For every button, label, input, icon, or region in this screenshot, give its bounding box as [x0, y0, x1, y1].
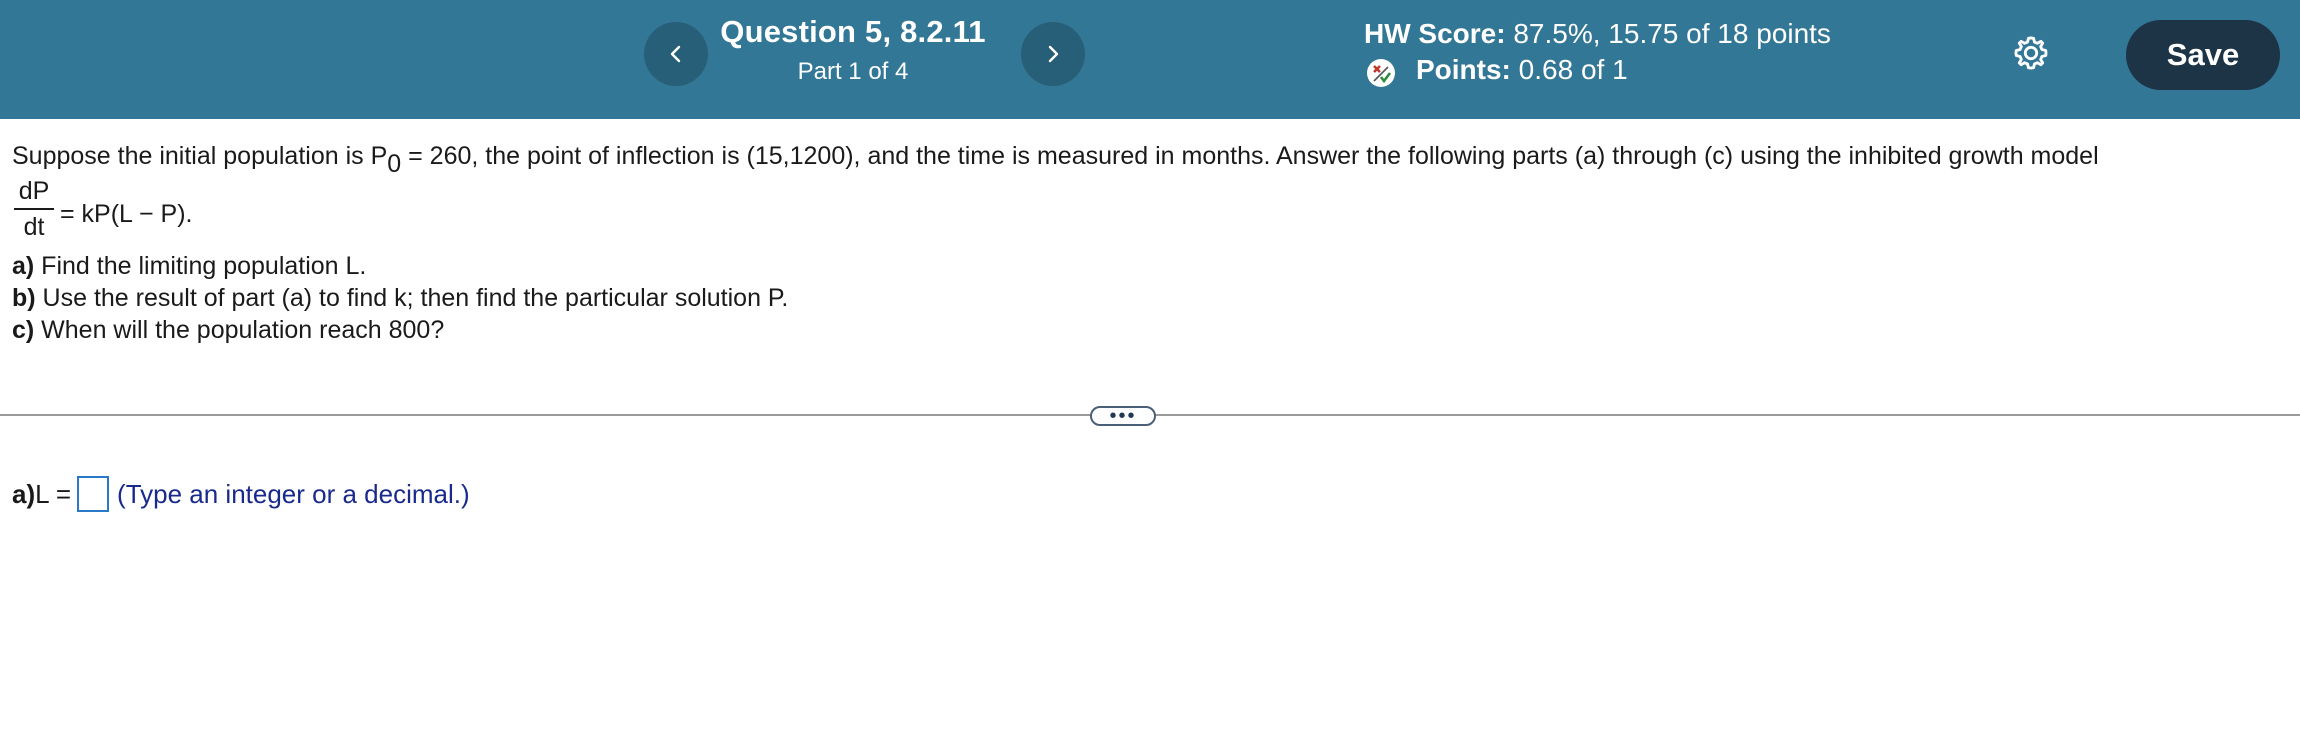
intro-text-end: = 260, the point of inflection is (15,12…	[401, 142, 2099, 170]
fraction-bar	[14, 208, 54, 210]
save-button[interactable]: Save	[2126, 20, 2280, 90]
next-question-button[interactable]	[1021, 22, 1085, 86]
part-label: c)	[12, 316, 35, 344]
part-label: a)	[12, 252, 35, 280]
question-intro: Suppose the initial population is P0 = 2…	[12, 140, 2282, 178]
answer-hint: (Type an integer or a decimal.)	[117, 478, 470, 509]
equation-fraction: dP dt	[14, 176, 54, 242]
hw-score-label: HW Score:	[1364, 18, 1506, 49]
resize-handle[interactable]: •••	[1090, 406, 1156, 426]
partial-credit-icon	[1367, 59, 1395, 87]
intro-text-start: Suppose the initial population is P	[12, 142, 388, 170]
part-text: Find the limiting population L.	[34, 252, 367, 280]
answer-prefix: L =	[35, 478, 72, 509]
points: Points: 0.68 of 1	[1416, 54, 1628, 86]
part-text: When will the population reach 800?	[34, 316, 445, 344]
hw-score: HW Score: 87.5%, 15.75 of 18 points	[1364, 18, 1831, 50]
gear-icon[interactable]	[2012, 34, 2050, 72]
fraction-numerator: dP	[18, 177, 50, 205]
answer-label: a)	[12, 478, 36, 509]
question-title: Question 5, 8.2.11	[720, 14, 986, 49]
question-part-c: c) When will the population reach 800?	[12, 314, 2282, 346]
differential-equation: dP dt = kP(L − P).	[12, 176, 2282, 250]
question-part-a: a) Find the limiting population L.	[12, 250, 2282, 282]
chevron-right-icon	[1048, 45, 1059, 63]
points-label: Points:	[1416, 54, 1511, 85]
top-bar: Question 5, 8.2.11 Part 1 of 4 HW Score:…	[0, 0, 2300, 119]
chevron-left-icon	[670, 45, 681, 63]
part-indicator: Part 1 of 4	[797, 58, 909, 85]
answer-row: a) L = (Type an integer or a decimal.)	[12, 476, 470, 512]
hw-score-value: 87.5%, 15.75 of 18 points	[1513, 18, 1831, 49]
question-text: Suppose the initial population is P0 = 2…	[12, 140, 2282, 346]
part-label: b)	[12, 284, 36, 312]
intro-subscript: 0	[387, 150, 402, 178]
fraction-denominator: dt	[23, 213, 45, 241]
points-value: 0.68 of 1	[1518, 54, 1628, 85]
answer-input[interactable]	[77, 476, 110, 512]
equation-rhs: = kP(L − P).	[60, 200, 193, 228]
part-text: Use the result of part (a) to find k; th…	[35, 284, 789, 312]
previous-question-button[interactable]	[644, 22, 708, 86]
question-part-b: b) Use the result of part (a) to find k;…	[12, 282, 2282, 314]
